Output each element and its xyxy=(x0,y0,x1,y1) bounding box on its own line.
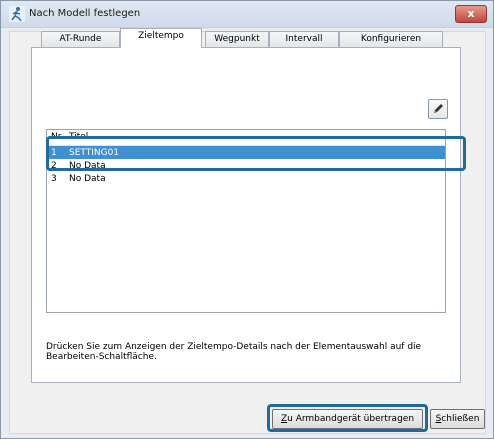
close-button[interactable]: Schließen xyxy=(430,409,485,429)
row-nr: 2 xyxy=(51,161,57,171)
tab-label: Intervall xyxy=(285,34,323,44)
tab-label: Zieltempo xyxy=(138,31,184,41)
instruction-text: Drücken Sie zum Anzeigen der Zieltempo-D… xyxy=(46,342,422,362)
row-nr: 1 xyxy=(51,148,57,158)
tab-label: Konfigurieren xyxy=(360,34,422,44)
tab-konfigurieren[interactable]: Konfigurieren xyxy=(339,31,443,47)
pace-list[interactable]: Nr. Titel 1 SETTING01 2 No Data 3 No Dat… xyxy=(46,129,446,313)
tab-intervall[interactable]: Intervall xyxy=(269,31,339,47)
close-window-button[interactable]: x xyxy=(455,5,487,23)
dialog-window: Nach Modell festlegen x AT-Runde Zieltem… xyxy=(0,0,494,439)
tab-wegpunkt[interactable]: Wegpunkt xyxy=(205,31,269,47)
row-title: No Data xyxy=(69,161,106,171)
tab-label: AT-Runde xyxy=(59,34,102,44)
button-label: u Armbandgerät übertragen xyxy=(287,414,415,424)
row-title: No Data xyxy=(69,174,106,184)
title-bar[interactable]: Nach Modell festlegen x xyxy=(1,1,493,28)
button-label: chließen xyxy=(441,414,480,424)
tab-at-runde[interactable]: AT-Runde xyxy=(41,31,120,47)
tab-panel: Nr. Titel 1 SETTING01 2 No Data 3 No Dat… xyxy=(31,47,461,383)
column-header-title[interactable]: Titel xyxy=(69,132,88,142)
row-nr: 3 xyxy=(51,174,57,184)
runner-icon xyxy=(9,6,25,22)
list-row[interactable]: 1 SETTING01 xyxy=(47,146,445,159)
list-row[interactable]: 2 No Data xyxy=(47,159,445,172)
list-row[interactable]: 3 No Data xyxy=(47,172,445,185)
transfer-to-watch-button[interactable]: Zu Armbandgerät übertragen xyxy=(272,409,423,429)
row-title: SETTING01 xyxy=(69,148,120,158)
tab-zieltempo[interactable]: Zieltempo xyxy=(120,28,202,48)
close-icon: x xyxy=(467,7,475,20)
tab-label: Wegpunkt xyxy=(214,34,260,44)
column-header-nr[interactable]: Nr. xyxy=(51,132,63,142)
list-header: Nr. Titel xyxy=(47,130,445,146)
edit-button[interactable] xyxy=(428,99,448,119)
window-title: Nach Modell festlegen xyxy=(29,8,141,19)
pencil-icon xyxy=(434,104,443,113)
